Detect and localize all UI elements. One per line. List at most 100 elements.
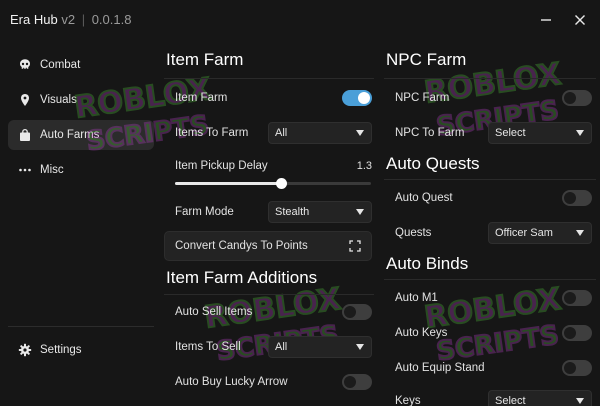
chevron-down-icon [576,230,584,236]
chevron-down-icon [576,398,584,404]
sidebar-item-settings[interactable]: Settings [8,335,154,365]
slider-handle[interactable] [275,178,287,189]
auto-quest-row: Auto Quest [384,183,596,213]
title-separator: | [81,12,86,27]
sidebar-divider [8,326,154,327]
left-column: Item Farm Item Farm Items To Farm All It… [164,40,374,406]
quests-row: Quests Officer Sam [384,218,596,248]
chevron-down-icon [356,209,364,215]
auto-equip-row: Auto Equip Stand [384,353,596,383]
section-title-auto-quests: Auto Quests [386,154,480,173]
pickup-delay-row: Item Pickup Delay 1.3 [164,151,374,181]
npc-to-farm-row: NPC To Farm Select [384,118,596,148]
sidebar-item-label: Settings [40,344,82,356]
items-to-sell-dropdown[interactable]: All [268,336,372,358]
lucky-arrow-toggle[interactable] [342,374,372,390]
convert-candys-label: Convert Candys To Points [175,240,308,252]
sidebar-item-label: Auto Farms [40,129,100,141]
section-divider [164,78,374,79]
section-divider [384,179,596,180]
era-hub-window: Era Hub v2 | 0.0.1.8 Combat Visuals Auto… [0,0,600,406]
close-icon [575,15,585,25]
farm-mode-row: Farm Mode Stealth [164,197,374,227]
item-farm-row: Item Farm [164,83,374,113]
map-pin-icon [18,93,32,107]
sidebar-item-misc[interactable]: Misc [8,155,154,185]
build-number: 0.0.1.8 [91,12,132,27]
auto-sell-toggle[interactable] [342,304,372,320]
auto-equip-label: Auto Equip Stand [395,362,485,374]
auto-m1-row: Auto M1 [384,283,596,313]
skull-icon [18,58,32,72]
item-farm-label: Item Farm [175,92,228,104]
lucky-arrow-row: Auto Buy Lucky Arrow [164,367,374,397]
slider-fill [175,182,281,185]
sidebar: Combat Visuals Auto Farms Misc Settings [0,40,160,406]
items-to-sell-value: All [275,341,288,353]
pickup-delay-label: Item Pickup Delay [175,160,268,172]
quests-value: Officer Sam [495,227,553,239]
npc-farm-toggle[interactable] [562,90,592,106]
section-title-npc-farm: NPC Farm [386,50,467,69]
npc-to-farm-label: NPC To Farm [395,127,465,139]
auto-equip-toggle[interactable] [562,360,592,376]
right-column: NPC Farm NPC Farm NPC To Farm Select Aut… [384,40,598,406]
auto-m1-toggle[interactable] [562,290,592,306]
item-farm-toggle[interactable] [342,90,372,106]
sidebar-item-visuals[interactable]: Visuals [8,85,154,115]
section-divider [384,78,596,79]
sidebar-item-label: Visuals [40,94,77,106]
sidebar-item-auto-farms[interactable]: Auto Farms [8,120,154,150]
auto-quest-label: Auto Quest [395,192,453,204]
npc-farm-label: NPC Farm [395,92,450,104]
title-bar: Era Hub v2 | 0.0.1.8 [0,0,600,40]
auto-sell-row: Auto Sell Items [164,297,374,327]
section-divider [164,294,374,295]
section-divider [384,279,596,280]
auto-quest-toggle[interactable] [562,190,592,206]
keys-label: Keys [395,395,421,406]
quests-label: Quests [395,227,432,239]
lucky-arrow-label: Auto Buy Lucky Arrow [175,376,288,388]
farm-mode-dropdown[interactable]: Stealth [268,201,372,223]
sidebar-item-combat[interactable]: Combat [8,50,154,80]
auto-sell-label: Auto Sell Items [175,306,253,318]
minimize-button[interactable] [536,10,556,30]
section-title-item-farm-additions: Item Farm Additions [166,268,318,287]
quests-dropdown[interactable]: Officer Sam [488,222,592,244]
auto-m1-label: Auto M1 [395,292,438,304]
auto-keys-row: Auto Keys [384,318,596,348]
keys-value: Select [495,395,526,406]
keys-row: Keys Select [384,386,596,406]
section-title-auto-binds: Auto Binds [386,254,469,273]
gear-icon [18,343,32,357]
keys-dropdown[interactable]: Select [488,390,592,406]
section-title-item-farm: Item Farm [166,50,244,69]
chevron-down-icon [356,344,364,350]
expand-icon [349,240,361,252]
sidebar-item-label: Combat [40,59,81,71]
items-to-farm-row: Items To Farm All [164,118,374,148]
items-to-farm-value: All [275,127,288,139]
pickup-delay-slider[interactable] [175,178,371,189]
shopping-bag-icon [18,128,32,142]
auto-keys-label: Auto Keys [395,327,448,339]
convert-candys-button[interactable]: Convert Candys To Points [164,231,372,261]
app-version: v2 [61,12,76,27]
minimize-icon [541,19,551,21]
farm-mode-value: Stealth [275,206,310,218]
npc-farm-row: NPC Farm [384,83,596,113]
chevron-down-icon [576,130,584,136]
items-to-farm-dropdown[interactable]: All [268,122,372,144]
items-to-sell-row: Items To Sell All [164,332,374,362]
npc-to-farm-dropdown[interactable]: Select [488,122,592,144]
chevron-down-icon [356,130,364,136]
ellipsis-icon [18,163,32,177]
app-name: Era Hub [10,12,58,27]
window-title: Era Hub v2 | 0.0.1.8 [10,12,131,27]
sidebar-item-label: Misc [40,164,64,176]
auto-keys-toggle[interactable] [562,325,592,341]
close-button[interactable] [570,10,590,30]
farm-mode-label: Farm Mode [175,206,234,218]
npc-to-farm-value: Select [495,127,526,139]
